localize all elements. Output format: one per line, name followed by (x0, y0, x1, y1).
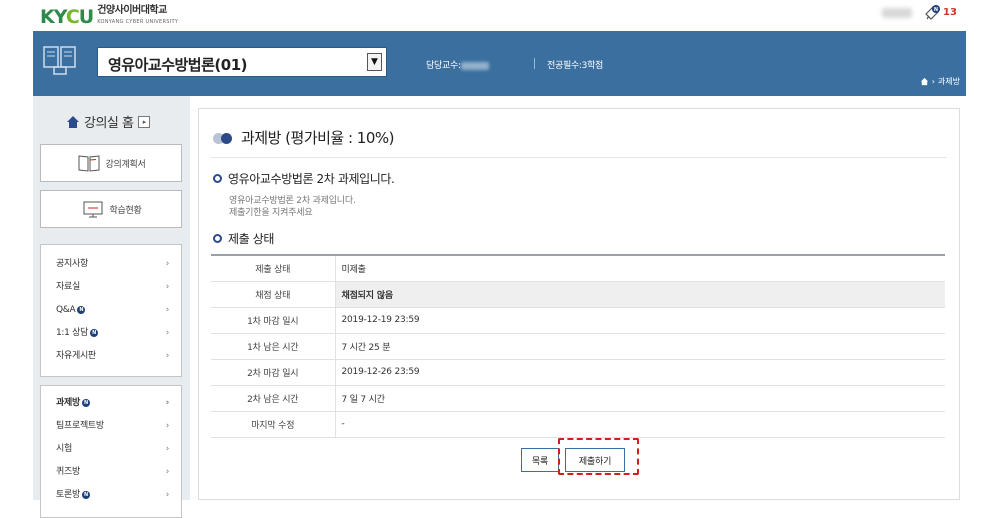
page-title-text: 과제방 (평가비율 : 10%) (241, 129, 395, 147)
university-logo[interactable]: KYCU 건양사이버대학교 KONYANG CYBER UNIVERSITY (40, 6, 178, 27)
sidebar-item-notice[interactable]: 공지사항 › (41, 253, 181, 276)
chevron-right-icon: › (165, 398, 170, 408)
table-row: 제출 상태 미제출 (211, 255, 945, 282)
breadcrumb-current[interactable]: 과제방 (938, 76, 960, 87)
chevron-right-icon: › (165, 305, 170, 315)
course-select[interactable]: 영유아교수방법론(01) ▼ (97, 47, 387, 77)
list-button[interactable]: 목록 (521, 448, 559, 472)
sidebar-item-exam[interactable]: 시험 › (41, 438, 181, 461)
new-badge: N (90, 329, 99, 337)
chevron-right-icon: › (165, 328, 170, 338)
board-menu: 공지사항 › 자료실 › Q&A N › 1:1 상담 N › 자유게시판 › (40, 244, 182, 377)
new-badge: N (81, 399, 90, 407)
svg-text:N: N (934, 7, 938, 13)
syllabus-book-icon (78, 155, 100, 172)
table-row: 1차 남은 시간 7 시간 25 분 (211, 333, 945, 360)
status-heading: 제출 상태 (213, 230, 274, 247)
activity-menu: 과제방 N › 팀프로젝트방 › 시험 › 퀴즈방 › 토론방 N › (40, 385, 182, 518)
professor-info: 담당교수: (426, 58, 489, 71)
course-select-value: 영유아교수방법론(01) (108, 56, 248, 74)
chevron-right-icon: › (165, 467, 170, 477)
assignment-heading: 영유아교수방법론 2차 과제입니다. (213, 170, 395, 187)
top-bar: KYCU 건양사이버대학교 KONYANG CYBER UNIVERSITY N… (0, 0, 1000, 31)
progress-button[interactable]: 학습현황 (40, 190, 182, 228)
submission-status-table: 제출 상태 미제출 채점 상태 채점되지 않음 1차 마감 일시 2019-12-19… (211, 254, 945, 438)
breadcrumb: › 과제방 (920, 76, 960, 87)
sidebar-item-resources[interactable]: 자료실 › (41, 276, 181, 299)
credit-info: 전공필수:3학점 (547, 61, 604, 71)
message-count[interactable]: 13 (943, 7, 957, 18)
chevron-right-icon: › (165, 421, 170, 431)
divider (211, 157, 947, 158)
page-title: 과제방 (평가비율 : 10%) (213, 127, 395, 148)
chevron-right-icon[interactable]: ▸ (138, 115, 151, 128)
sidebar-item-discussion[interactable]: 토론방 N › (41, 484, 181, 507)
table-row: 2차 남은 시간 7 일 7 시간 (211, 385, 945, 412)
chevron-right-icon: › (165, 259, 170, 269)
chevron-down-icon[interactable]: ▼ (367, 53, 382, 71)
user-name-blurred[interactable] (882, 8, 912, 18)
sidebar-item-quiz[interactable]: 퀴즈방 › (41, 461, 181, 484)
home-icon (67, 115, 79, 128)
logo-korean: 건양사이버대학교 (97, 5, 167, 16)
class-home-label: 강의실 홈 (84, 116, 134, 131)
logo-text: 건양사이버대학교 KONYANG CYBER UNIVERSITY (97, 6, 178, 27)
chevron-right-icon: › (165, 444, 170, 454)
syllabus-button[interactable]: 강의계획서 (40, 144, 182, 182)
chevron-right-icon: › (931, 77, 935, 86)
new-badge: N (77, 306, 86, 314)
logo-mark: KYCU (40, 5, 94, 28)
home-icon[interactable] (920, 77, 929, 86)
monitor-icon (83, 201, 103, 218)
message-icon[interactable]: N (924, 5, 940, 21)
table-row: 채점 상태 채점되지 않음 (211, 281, 945, 308)
bullet-ring-icon (213, 174, 222, 183)
submit-highlight-box (558, 438, 639, 475)
table-row: 마지막 수정 - (211, 411, 945, 438)
divider (534, 58, 535, 69)
syllabus-label: 강의계획서 (105, 159, 146, 170)
class-home-link[interactable]: 강의실 홈 ▸ (66, 112, 151, 131)
book-icon (43, 46, 76, 75)
sidebar: 강의실 홈 ▸ 강의계획서 학습현황 공지사항 › 자료실 › Q&A N › 1:1 … (33, 96, 190, 518)
chevron-right-icon: › (165, 351, 170, 361)
sidebar-item-team-project[interactable]: 팀프로젝트방 › (41, 415, 181, 438)
logo-english: KONYANG CYBER UNIVERSITY (97, 19, 179, 25)
table-row: 1차 마감 일시 2019-12-19 23:59 (211, 307, 945, 334)
bullet-ring-icon (213, 234, 222, 243)
sidebar-item-assignment[interactable]: 과제방 N › (41, 392, 181, 415)
chevron-right-icon: › (165, 490, 170, 500)
table-row: 2차 마감 일시 2019-12-26 23:59 (211, 359, 945, 386)
sidebar-item-consult[interactable]: 1:1 상담 N › (41, 322, 181, 345)
sidebar-item-qna[interactable]: Q&A N › (41, 299, 181, 322)
progress-label: 학습현황 (109, 205, 142, 216)
new-badge: N (81, 491, 90, 499)
chevron-right-icon: › (165, 282, 170, 292)
course-header: 영유아교수방법론(01) ▼ 담당교수: 전공필수:3학점 › 과제방 (33, 31, 966, 96)
sidebar-item-freeboard[interactable]: 자유게시판 › (41, 345, 181, 368)
title-dots-icon (213, 131, 235, 145)
assignment-description: 영유아교수방법론 2차 과제입니다. 제출기한을 지켜주세요 (229, 196, 356, 218)
professor-name-blurred (460, 61, 489, 70)
